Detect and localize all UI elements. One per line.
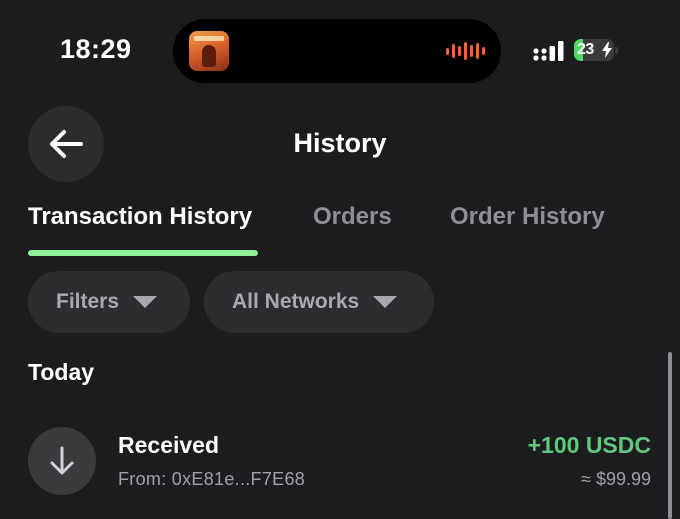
tab-orders[interactable]: Orders <box>313 203 392 231</box>
arrow-left-icon <box>50 130 83 158</box>
transaction-amount: +100 USDC <box>527 432 651 458</box>
transaction-title: Received <box>118 432 220 458</box>
caret-down-icon <box>133 296 158 308</box>
networks-label: All Networks <box>232 290 360 313</box>
networks-dropdown[interactable]: All Networks <box>204 271 434 333</box>
album-art-title <box>194 36 224 41</box>
dynamic-island[interactable] <box>173 19 501 83</box>
tab-transaction-history[interactable]: Transaction History <box>28 203 252 231</box>
tab-order-history[interactable]: Order History <box>450 203 605 231</box>
transaction-fiat-value: ≈ $99.99 <box>581 469 651 489</box>
cellular-signal-icon <box>533 41 564 61</box>
battery-level: 23 <box>577 41 594 58</box>
back-button[interactable] <box>28 106 104 182</box>
battery-icon: 23 <box>574 39 618 61</box>
charging-bolt-icon <box>602 42 612 58</box>
battery-cap <box>615 47 618 54</box>
arrow-down-icon <box>50 446 74 475</box>
waveform-icon <box>446 41 486 61</box>
caret-down-icon <box>373 296 398 308</box>
transaction-row[interactable]: Received From: 0xE81e...F7E68 +100 USDC … <box>0 418 680 508</box>
page-title: History <box>293 128 387 158</box>
status-time: 18:29 <box>60 34 132 64</box>
album-art-figure <box>202 45 216 67</box>
screen: 18:29 23 History Transaction History Ord… <box>0 0 680 519</box>
active-tab-indicator <box>28 250 258 256</box>
scrollbar[interactable] <box>668 352 672 519</box>
transaction-type-badge <box>28 427 96 495</box>
transaction-sender: From: 0xE81e...F7E68 <box>118 469 306 489</box>
battery-body: 23 <box>574 39 614 61</box>
filters-dropdown[interactable]: Filters <box>28 271 190 333</box>
filters-label: Filters <box>56 290 120 313</box>
section-heading-today: Today <box>28 359 95 385</box>
album-art[interactable] <box>189 31 229 71</box>
